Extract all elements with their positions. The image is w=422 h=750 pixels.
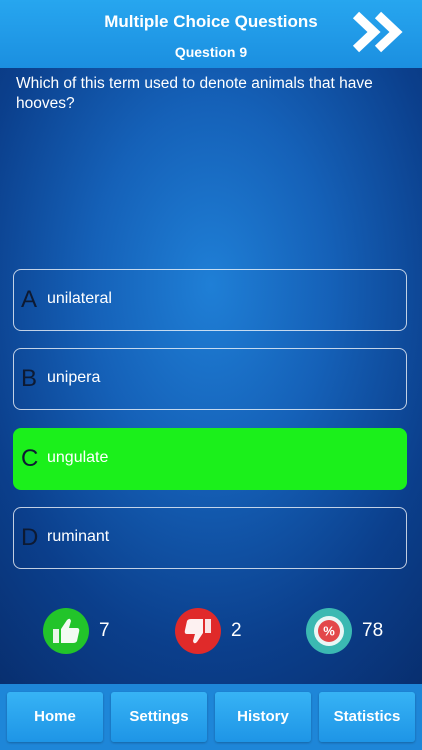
tab-home[interactable]: Home [7,692,103,742]
question-text: Which of this term used to denote animal… [16,75,373,112]
tab-statistics[interactable]: Statistics [319,692,415,742]
next-question-button[interactable] [350,10,408,54]
answer-option-d[interactable]: D ruminant [13,507,407,569]
svg-text:%: % [323,624,335,639]
wrong-count: 2 [231,620,242,641]
answer-option-b[interactable]: B unipera [13,348,407,410]
wrong-count-stat: 2 [175,608,255,656]
header-bar: Multiple Choice Questions Question 9 [0,0,422,68]
answer-letter: D [21,524,39,551]
percent-badge-icon: % [306,608,352,654]
double-chevron-right-icon [352,11,403,53]
correct-count: 7 [99,620,110,641]
answer-option-a[interactable]: A unilateral [13,269,407,331]
percent-value: 78 [362,620,384,641]
thumbs-up-icon [43,608,89,654]
answer-letter: A [21,286,38,313]
answer-text: unipera [47,369,101,386]
answer-text: ungulate [47,449,109,466]
thumbs-down-icon [175,608,221,654]
tab-history[interactable]: History [215,692,311,742]
answer-text: ruminant [47,528,110,545]
answer-option-c[interactable]: C ungulate [13,428,407,490]
answer-letter: C [21,445,39,472]
answer-letter: B [21,365,38,392]
tab-bar: Home Settings History Statistics [0,684,422,750]
correct-count-stat: 7 [43,608,123,656]
answer-text: unilateral [47,290,112,307]
percent-stat: % 78 [306,608,396,656]
tab-settings[interactable]: Settings [111,692,207,742]
